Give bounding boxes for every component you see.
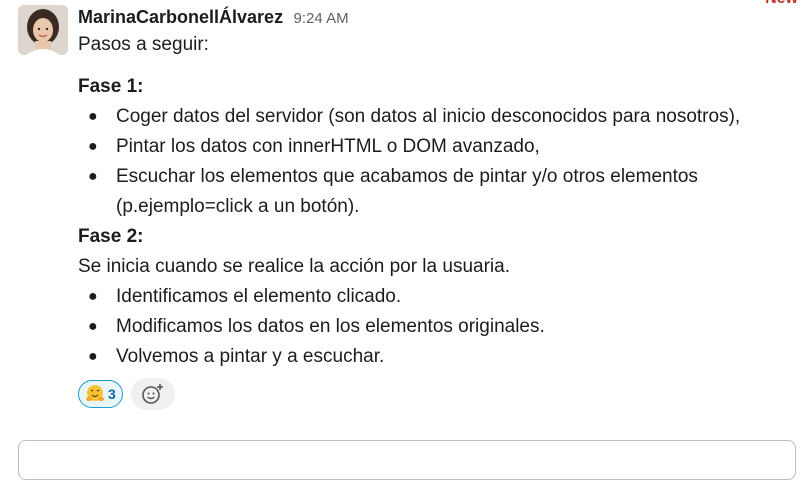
bullet: ● [88,138,98,155]
message-intro: Pasos a seguir: [78,34,209,55]
list-item-text: Volvemos a pintar y a escuchar. [116,346,385,367]
list-item: ● Coger datos del servidor (son datos al… [78,102,794,132]
add-reaction-button[interactable] [130,378,175,410]
list-item-text: Escuchar los elementos que acabamos de p… [116,166,698,187]
bullet: ● [88,318,98,335]
list-item-text: Modificamos los datos en los elementos o… [116,316,545,337]
list-item-text-continued: (p.ejemplo=click a un botón). [116,196,360,217]
avatar[interactable] [18,5,68,55]
list-item: ● Modificamos los datos en los elementos… [78,312,794,342]
list-item: ● Volvemos a pintar y a escuchar. [78,342,794,372]
list-item-text: Identificamos el elemento clicado. [116,286,402,307]
list-item: ● Pintar los datos con innerHTML o DOM a… [78,132,794,162]
avatar-image [18,5,68,55]
add-reaction-icon [141,384,163,404]
bullet: ● [88,168,98,185]
message-header: MarinaCarbonellÁlvarez 9:24 AM [78,4,794,30]
message-content: MarinaCarbonellÁlvarez 9:24 AM Pasos a s… [78,4,794,410]
author-name[interactable]: MarinaCarbonellÁlvarez [78,7,283,27]
bullet: ● [88,108,98,125]
phase2-intro: Se inicia cuando se realice la acción po… [78,256,510,277]
phase1-title: Fase 1: [78,76,144,97]
phase2-title: Fase 2: [78,226,144,247]
list-item-text: Pintar los datos con innerHTML o DOM ava… [116,136,540,157]
phase1-list: ● Coger datos del servidor (son datos al… [78,102,794,222]
list-item-text: Coger datos del servidor (son datos al i… [116,106,741,127]
message-item: New MarinaCarbonellÁlvarez 9:24 AM Pasos… [0,0,804,480]
bullet: ● [88,288,98,305]
message-composer[interactable] [18,440,796,480]
phase2-list: ● Identificamos el elemento clicado. ● M… [78,282,794,372]
hugging-face-icon [86,385,104,402]
list-item: ● Escuchar los elementos que acabamos de… [78,162,794,222]
list-item: ● Identificamos el elemento clicado. [78,282,794,312]
timestamp[interactable]: 9:24 AM [294,10,349,27]
reaction-hugging-face[interactable]: 3 [78,380,123,408]
reaction-count: 3 [108,386,116,402]
reactions-bar: 3 [78,378,794,410]
bullet: ● [88,348,98,365]
